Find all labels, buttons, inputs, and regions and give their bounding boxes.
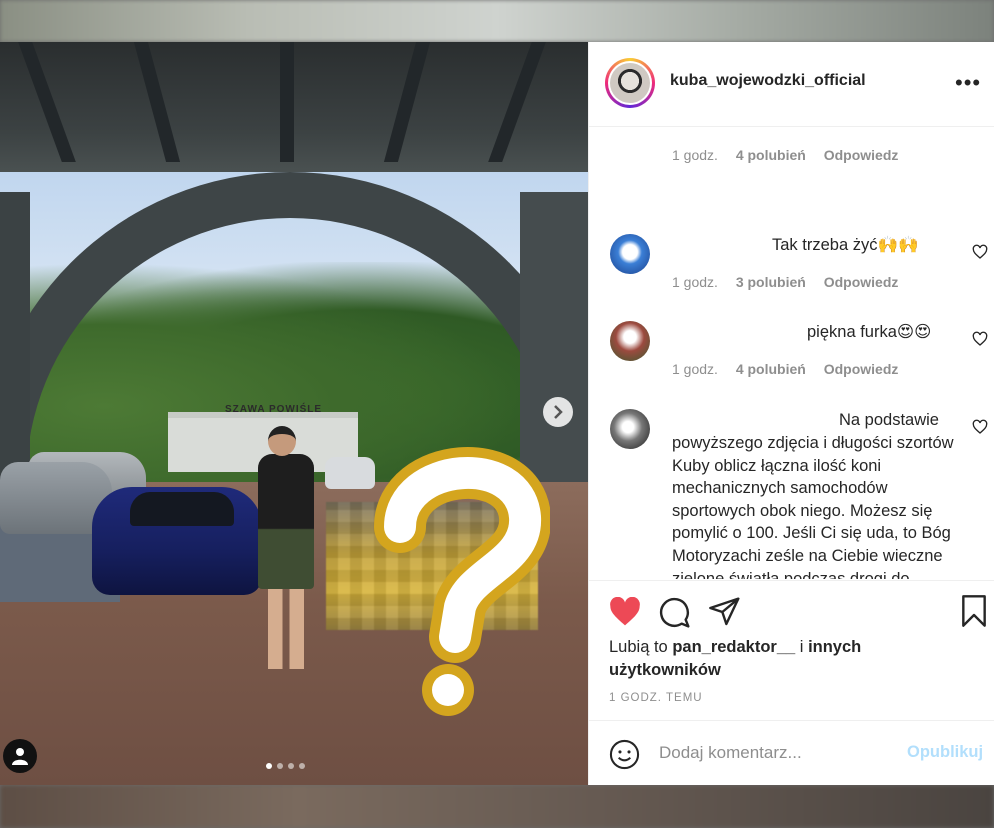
- photo-person: [258, 454, 314, 589]
- question-mark-icon: [374, 447, 550, 716]
- comment-text: powyższego zdjęcia i długości szortów Ku…: [672, 434, 954, 579]
- likes-summary: Lubią to pan_redaktor__ i innych użytkow…: [609, 636, 869, 682]
- blurred-background-top: [0, 0, 994, 42]
- comment-input[interactable]: [659, 741, 899, 765]
- station-sign: SZAWA POWIŚLE: [225, 404, 323, 415]
- carousel-dots: [266, 763, 305, 769]
- post-timestamp[interactable]: 1 GODZ. TEMU: [609, 692, 703, 704]
- photo-person-legs: [268, 589, 304, 669]
- comment-time: 1 godz.: [672, 361, 718, 377]
- post-photo[interactable]: SZAWA POWIŚLE: [0, 42, 588, 785]
- publish-comment-button[interactable]: Opublikuj: [907, 743, 983, 762]
- reply-button[interactable]: Odpowiedz: [824, 361, 899, 377]
- tagged-users-button[interactable]: [3, 739, 37, 773]
- carousel-dot: [277, 763, 283, 769]
- comment-likes[interactable]: 4 polubień: [736, 147, 806, 163]
- comment-meta: 1 godz. 4 polubień Odpowiedz: [672, 147, 912, 163]
- post-side-panel: kuba_wojewodzki_official ••• 1 godz. 4 p…: [588, 42, 994, 785]
- photo-person-head: [268, 426, 296, 456]
- comment-time: 1 godz.: [672, 274, 718, 290]
- commenter-avatar[interactable]: [610, 321, 650, 361]
- commenter-avatar[interactable]: [610, 409, 650, 449]
- blurred-background-bottom: [0, 785, 994, 828]
- comment-text: Tak trzeba żyć🙌🙌: [772, 236, 919, 254]
- comment-likes[interactable]: 4 polubień: [736, 361, 806, 377]
- reply-button[interactable]: Odpowiedz: [824, 147, 899, 163]
- like-comment-heart-icon[interactable]: [972, 331, 988, 347]
- comment-meta: 1 godz. 3 polubień Odpowiedz: [672, 274, 912, 290]
- comment-time: 1 godz.: [672, 147, 718, 163]
- photo-beam: [280, 42, 294, 162]
- likes-connector: i: [799, 638, 804, 656]
- share-direct-icon[interactable]: [709, 597, 741, 627]
- comment-likes[interactable]: 3 polubień: [736, 274, 806, 290]
- emoji-smiley-icon[interactable]: [609, 739, 640, 770]
- like-heart-icon[interactable]: [609, 597, 641, 627]
- commenter-avatar[interactable]: [610, 234, 650, 274]
- liker-username-link[interactable]: pan_redaktor__: [672, 638, 795, 656]
- like-comment-heart-icon[interactable]: [972, 244, 988, 260]
- carousel-next-button[interactable]: [543, 397, 573, 427]
- profile-avatar[interactable]: [605, 58, 655, 108]
- chevron-right-icon: [554, 405, 563, 419]
- carousel-dot: [299, 763, 305, 769]
- reply-button[interactable]: Odpowiedz: [824, 274, 899, 290]
- photo-car-windshield: [130, 492, 234, 526]
- comment-bubble-icon[interactable]: [659, 597, 691, 629]
- likes-prefix: Lubią to: [609, 638, 668, 656]
- like-comment-heart-icon[interactable]: [972, 419, 988, 435]
- comments-list[interactable]: 1 godz. 4 polubień Odpowiedz Tak trzeba …: [589, 128, 994, 579]
- carousel-dot: [288, 763, 294, 769]
- post-header: kuba_wojewodzki_official •••: [589, 42, 994, 127]
- user-icon: [12, 748, 28, 765]
- comment-text: piękna furka😍😍: [807, 323, 932, 341]
- save-bookmark-icon[interactable]: [960, 595, 988, 627]
- comment-meta: 1 godz. 4 polubień Odpowiedz: [672, 361, 912, 377]
- avatar-image: [610, 63, 650, 103]
- more-options-icon[interactable]: •••: [955, 70, 981, 96]
- add-comment-bar: Opublikuj: [589, 720, 994, 785]
- carousel-dot: [266, 763, 272, 769]
- comment-text-first-line: Na podstawie: [839, 411, 939, 429]
- username-link[interactable]: kuba_wojewodzki_official: [670, 72, 866, 90]
